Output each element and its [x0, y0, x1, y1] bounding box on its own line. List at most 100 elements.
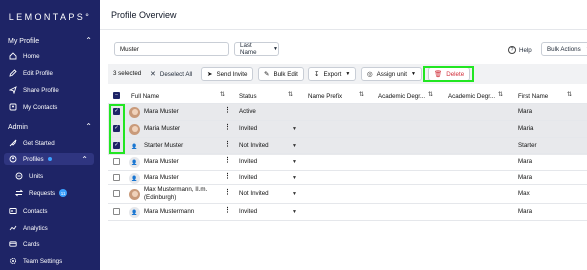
sidebar-item-get-started[interactable]: Get Started [8, 137, 98, 149]
avatar-placeholder-icon: 👤 [129, 141, 140, 152]
sidebar-item-profiles[interactable]: Profiles ⌃ [4, 153, 94, 165]
send-invite-button[interactable]: ➤ Send Invite [201, 67, 254, 81]
cell-status: Active [239, 108, 256, 115]
cell-full-name[interactable]: Maria Muster [144, 125, 180, 132]
cell-first-name: Starter [518, 142, 537, 149]
sort-icon[interactable]: ⇅ [567, 91, 572, 98]
table-row[interactable] [108, 104, 587, 121]
sort-icon[interactable]: ⇅ [359, 91, 364, 98]
cell-full-name[interactable]: Mara Muster [144, 158, 179, 165]
cell-full-name[interactable]: Mara Mustermann [144, 208, 194, 215]
caret-down-icon[interactable]: ▼ [292, 191, 297, 197]
row-checkbox[interactable] [113, 174, 120, 181]
cell-first-name: Max [518, 190, 530, 197]
row-menu-icon[interactable]: ⋮ [224, 207, 231, 214]
assign-unit-button[interactable]: ◎ Assign unit ▼ [361, 67, 422, 81]
sort-select[interactable]: Last Name ▼ [234, 42, 279, 56]
sidebar-item-team-settings[interactable]: Team Settings [8, 255, 98, 267]
sidebar-item-contacts[interactable]: Contacts [8, 205, 98, 217]
select-all-checkbox[interactable]: − [113, 92, 120, 99]
section-my-profile[interactable]: My Profile ⌃ [8, 36, 92, 46]
cell-full-name[interactable]: Max Mustermann, II.m. [144, 186, 207, 193]
download-icon: ↧ [314, 71, 320, 78]
sort-icon[interactable]: ⇅ [288, 91, 293, 98]
row-menu-icon[interactable]: ⋮ [224, 124, 231, 131]
assign-unit-label: Assign unit [376, 70, 407, 78]
section-admin-label: Admin [8, 123, 28, 131]
checkbox-highlight-box [109, 104, 125, 154]
sidebar-item-cards[interactable]: Cards [8, 238, 98, 250]
sidebar-item-units[interactable]: Units [14, 170, 104, 182]
pencil-icon [8, 69, 17, 78]
sidebar-item-analytics[interactable]: Analytics [8, 222, 98, 234]
export-button[interactable]: ↧ Export ▼ [308, 67, 357, 81]
caret-down-icon[interactable]: ▼ [292, 143, 297, 149]
cell-status: Not Invited [239, 142, 269, 149]
sidebar-item-label: Units [29, 172, 44, 180]
notification-dot [47, 157, 52, 161]
bulk-edit-button[interactable]: ✎ Bulk Edit [258, 67, 304, 81]
column-header-full-name[interactable]: Full Name [131, 90, 159, 102]
row-menu-icon[interactable]: ⋮ [224, 141, 231, 148]
row-checkbox[interactable] [113, 208, 120, 215]
avatar-placeholder-icon: 👤 [129, 207, 140, 218]
sidebar-item-label: Get Started [23, 139, 55, 147]
units-icon [14, 172, 23, 181]
sidebar-item-edit-profile[interactable]: Edit Profile [8, 67, 98, 79]
caret-down-icon[interactable]: ▼ [292, 175, 297, 181]
sidebar-item-my-contacts[interactable]: My Contacts [8, 101, 98, 113]
section-admin[interactable]: Admin ⌃ [8, 122, 92, 132]
search-input[interactable]: Muster [114, 42, 229, 56]
selected-count: 3 selected [113, 70, 142, 77]
column-header-name-prefix[interactable]: Name Prefix [308, 90, 342, 102]
bulk-actions-select[interactable]: Bulk Actions ▼ [541, 42, 587, 56]
caret-down-icon[interactable]: ▼ [292, 159, 297, 165]
row-checkbox[interactable] [113, 158, 120, 165]
contacts-icon [8, 103, 17, 112]
cell-full-name[interactable]: Mara Muster [144, 108, 179, 115]
sort-icon[interactable]: ⇅ [220, 91, 225, 98]
sidebar-item-label: My Contacts [23, 103, 58, 111]
sidebar-item-label: Cards [23, 240, 40, 248]
card-icon [8, 240, 17, 249]
help-button[interactable]: ? Help [508, 44, 532, 56]
profiles-icon [8, 155, 17, 164]
deselect-all-button[interactable]: ✕ Deselect All [150, 67, 192, 81]
export-label: Export [323, 70, 342, 78]
help-label: Help [519, 46, 532, 54]
close-icon: ✕ [150, 71, 156, 78]
row-menu-icon[interactable]: ⋮ [224, 173, 231, 180]
cell-full-name[interactable]: Starter Muster [144, 142, 183, 149]
page-title: Profile Overview [111, 10, 177, 20]
caret-down-icon[interactable]: ▼ [292, 209, 297, 215]
row-divider [108, 120, 587, 121]
sort-icon[interactable]: ⇅ [428, 91, 433, 98]
app-logo: LEMONTAPS° [8, 12, 92, 22]
chevron-up-icon: ⌃ [85, 36, 92, 45]
sidebar-item-label: Share Profile [23, 86, 59, 94]
home-icon [8, 52, 17, 61]
row-menu-icon[interactable]: ⋮ [224, 157, 231, 164]
caret-down-icon[interactable]: ▼ [292, 126, 297, 132]
sort-icon[interactable]: ⇅ [498, 91, 503, 98]
bulk-actions-label: Bulk Actions [547, 45, 581, 53]
row-checkbox[interactable] [113, 190, 120, 197]
sidebar-item-label: Profiles [23, 155, 44, 163]
sidebar-item-label: Analytics [23, 224, 48, 232]
column-header-first-name[interactable]: First Name [518, 90, 548, 102]
sidebar-item-requests[interactable]: Requests 11 [14, 187, 104, 199]
sidebar-item-share-profile[interactable]: Share Profile [8, 84, 98, 96]
row-menu-icon[interactable]: ⋮ [224, 189, 231, 196]
requests-count-badge: 11 [59, 189, 68, 197]
column-header-academic-degree-2[interactable]: Academic Degr... [448, 90, 495, 102]
help-icon: ? [508, 46, 516, 54]
column-header-status[interactable]: Status [239, 90, 257, 102]
sidebar-item-home[interactable]: Home [8, 50, 98, 62]
column-header-academic-degree-1[interactable]: Academic Degr... [378, 90, 425, 102]
row-menu-icon[interactable]: ⋮ [224, 107, 231, 114]
avatar [129, 189, 140, 200]
cell-full-name[interactable]: Mara Muster [144, 174, 179, 181]
table-row[interactable] [108, 154, 587, 171]
row-divider [108, 137, 587, 138]
sidebar-item-label: Edit Profile [23, 69, 53, 77]
